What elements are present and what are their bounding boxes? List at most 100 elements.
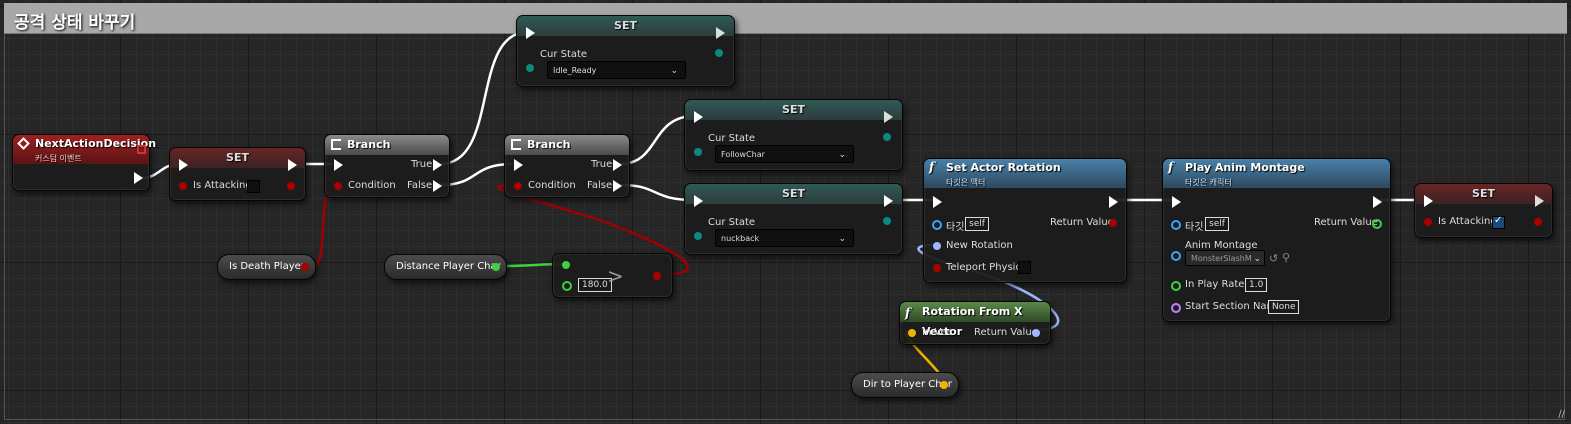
exec-out-pin[interactable] [716,27,725,39]
enum-in-pin[interactable] [526,64,534,72]
dropdown-value: MonsterSlashM [1191,254,1252,263]
false-exec-pin[interactable] [613,180,622,192]
vector-in-pin[interactable] [908,329,916,337]
chevron-down-icon: ⌄ [670,66,678,76]
exec-in-pin[interactable] [1424,195,1433,207]
float-in-pin-a[interactable] [562,261,570,269]
enum-in-pin[interactable] [694,232,702,240]
cur-state-dropdown[interactable]: FollowChar ⌄ [715,145,854,163]
bool-out-pin[interactable] [287,182,295,190]
var-label: Cur State [708,217,756,228]
true-exec-pin[interactable] [433,159,442,171]
condition-label: Condition [348,180,396,191]
event-next-action-decision[interactable]: NextActionDecision 커스텀 이벤트 [12,134,156,191]
var-label: Cur State [540,49,588,60]
is-attacking-checkbox[interactable] [247,180,260,193]
condition-pin[interactable] [334,182,342,190]
is-attacking-checkbox[interactable] [1492,215,1505,229]
is-death-player-getter[interactable]: Is Death Player [217,254,316,280]
browse-icon[interactable]: ↺ [1269,252,1278,265]
play-anim-montage-node[interactable]: f Play Anim Montage 타깃은 캐릭터 타깃 self Retu… [1162,158,1391,322]
resize-grip-icon[interactable]: ∕∕ [1558,409,1565,420]
exec-out-pin[interactable] [134,172,143,184]
target-self-box[interactable]: self [1205,217,1229,231]
bool-in-pin[interactable] [179,182,187,190]
exec-out-pin[interactable] [884,195,893,207]
branch-node[interactable]: Branch True Condition False [324,134,450,198]
set-cur-state-knockback-node[interactable]: SET Cur State nuckback ⌄ [684,183,903,255]
node-title: Branch [527,138,571,151]
bool-in-pin[interactable] [1424,218,1432,226]
vector-out-pin[interactable] [940,381,948,389]
distance-player-char-getter[interactable]: Distance Player Char [384,254,507,280]
exec-out-pin[interactable] [288,159,297,171]
branch-node[interactable]: Branch True Condition False [504,134,630,198]
bool-out-pin[interactable] [1534,218,1542,226]
montage-in-pin[interactable] [1171,251,1181,261]
exec-in-pin[interactable] [334,159,343,171]
play-rate-input[interactable]: 1.0 [1245,278,1268,292]
node-subtitle: 타깃은 캐릭터 [1185,178,1232,187]
rotator-out-pin[interactable] [1032,329,1040,337]
true-label: True [411,159,433,170]
search-icon[interactable]: ⚲ [1282,251,1290,264]
target-label: 타깃 [946,222,965,233]
function-icon: f [1168,160,1174,174]
delegate-pin[interactable] [137,145,146,154]
exec-out-pin[interactable] [1373,196,1382,208]
teleport-checkbox[interactable] [1018,261,1031,274]
target-pin[interactable] [932,220,942,230]
exec-in-pin[interactable] [514,159,523,171]
cur-state-dropdown[interactable]: Idle_Ready ⌄ [547,61,686,79]
set-is-attacking-node[interactable]: SET Is Attacking [1414,183,1553,238]
start-section-input[interactable]: None [1268,300,1300,314]
rotator-in-pin[interactable] [933,242,941,250]
exec-in-pin[interactable] [526,27,535,39]
exec-out-pin[interactable] [1535,195,1544,207]
set-cur-state-idle-node[interactable]: SET Cur State Idle_Ready ⌄ [516,15,735,87]
node-title: Set Actor Rotation [946,161,1061,174]
greater-than-node[interactable]: 180.0 > [552,253,673,298]
float-out-pin[interactable] [492,263,500,271]
float-in-pin-b[interactable] [562,281,572,291]
var-label: Is Death Player [229,261,305,272]
set-cur-state-follow-node[interactable]: SET Cur State FollowChar ⌄ [684,99,903,171]
exec-in-pin[interactable] [179,159,188,171]
bool-in-pin[interactable] [933,264,941,272]
target-self-box[interactable]: self [965,217,989,231]
enum-out-pin[interactable] [715,49,723,57]
exec-out-pin[interactable] [1109,196,1118,208]
start-section-pin[interactable] [1171,303,1181,313]
cur-state-dropdown[interactable]: nuckback ⌄ [715,229,854,247]
exec-in-pin[interactable] [694,195,703,207]
dir-to-player-char-getter[interactable]: Dir to Player Char [851,372,959,398]
exec-out-pin[interactable] [884,111,893,123]
node-header: SET [685,100,902,120]
float-out-pin[interactable] [1372,219,1382,229]
in-vec-label: In Vec [922,327,953,338]
false-exec-pin[interactable] [433,180,442,192]
play-rate-pin[interactable] [1171,281,1181,291]
exec-in-pin[interactable] [694,111,703,123]
exec-in-pin[interactable] [1172,196,1181,208]
true-exec-pin[interactable] [613,159,622,171]
set-actor-rotation-node[interactable]: f Set Actor Rotation 타깃은 액터 타깃 self Retu… [923,158,1127,283]
target-pin[interactable] [1171,220,1181,230]
bool-out-pin[interactable] [301,263,309,271]
condition-pin[interactable] [514,182,522,190]
enum-in-pin[interactable] [694,148,702,156]
set-is-attacking-node[interactable]: SET Is Attacking [169,147,306,201]
enum-out-pin[interactable] [883,217,891,225]
var-label: Cur State [708,133,756,144]
enum-out-pin[interactable] [883,133,891,141]
anim-montage-dropdown[interactable]: MonsterSlashM ⌄ [1185,250,1265,266]
function-icon: f [929,160,935,174]
target-label: 타깃 [1185,222,1204,233]
bool-out-pin[interactable] [653,272,661,280]
blueprint-graph[interactable]: 공격 상태 바꾸기 NextActionDecision 커스텀 이벤트 SET… [0,0,1571,424]
exec-in-pin[interactable] [933,196,942,208]
bool-out-pin[interactable] [1109,219,1117,227]
rotation-from-x-vector-node[interactable]: f Rotation From X Vector In Vec Return V… [899,301,1051,345]
function-icon: f [905,306,911,320]
return-value-label: Return Value [974,327,1038,338]
